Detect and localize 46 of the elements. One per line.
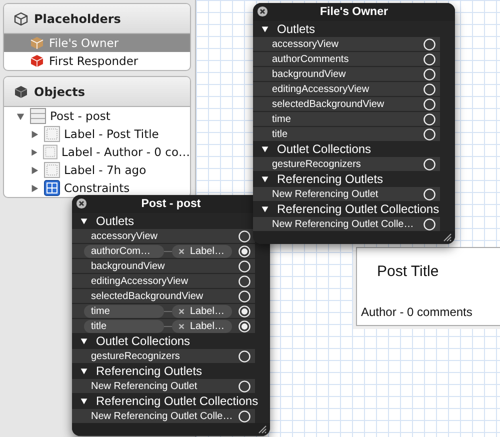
- section-header: Outlets: [96, 214, 134, 228]
- outlet-name: New Referencing Outlet: [91, 380, 198, 392]
- outlet-name: selectedBackgroundView: [272, 98, 386, 110]
- section-title: Placeholders: [34, 12, 121, 26]
- panel-title: Post - post: [141, 198, 201, 210]
- outlet-name: gestureRecognizers: [91, 350, 181, 362]
- outlet-name: editingAccessoryView: [91, 276, 190, 286]
- panel-title: File's Owner: [320, 6, 388, 18]
- section-header: Outlet Collections: [96, 334, 190, 348]
- placeholder-item[interactable]: First Responder: [4, 52, 190, 70]
- cell-subtitle: Author - 0 comments: [361, 305, 474, 319]
- outlet-name: New Referencing Outlet: [272, 188, 380, 200]
- connection-target[interactable]: Label…: [172, 244, 232, 258]
- outlet-name: time: [272, 114, 292, 124]
- outlet-name: accessoryView: [91, 230, 159, 242]
- outlet-name: authorComments: [272, 54, 350, 64]
- outlet-name: New Referencing Outlet Colle…: [91, 410, 234, 422]
- outlet-name[interactable]: title: [84, 320, 164, 332]
- section-header: Referencing Outlet Collections: [277, 202, 440, 216]
- target-label: Label…: [190, 246, 224, 256]
- section-header: Referencing Outlets: [96, 364, 202, 378]
- target-label: Label…: [190, 306, 224, 316]
- outlet-name: selectedBackgroundView: [91, 290, 204, 302]
- tree-item[interactable]: Label - 7h ago: [64, 163, 146, 177]
- outlet-name: backgroundView: [272, 68, 347, 80]
- section-header: Outlet Collections: [277, 142, 372, 156]
- outlet-name: accessoryView: [272, 38, 340, 50]
- outlet-name: backgroundView: [91, 260, 166, 272]
- outlet-name: gestureRecognizers: [272, 158, 362, 170]
- cell-title: Post Title: [376, 263, 440, 280]
- section-header: Outlets: [277, 22, 316, 36]
- outlet-name[interactable]: authorCom…: [84, 244, 164, 258]
- outlet-name: title: [272, 128, 289, 140]
- tree-item[interactable]: Label - Post Title: [64, 127, 159, 141]
- section-header: Referencing Outlets: [277, 172, 384, 186]
- tree-item[interactable]: Label - Author - 0 co…: [62, 145, 190, 159]
- outlet-name: New Referencing Outlet Colle…: [272, 218, 415, 230]
- connection-target[interactable]: Label…: [172, 304, 232, 318]
- section-title: Objects: [34, 84, 86, 98]
- outlet-name: editingAccessoryView: [272, 84, 370, 94]
- tree-item[interactable]: Constraints: [64, 181, 130, 195]
- section-header: Referencing Outlet Collections: [96, 394, 258, 408]
- tree-item[interactable]: Post - post: [50, 109, 110, 123]
- connection-target[interactable]: Label…: [172, 320, 232, 332]
- outlet-name[interactable]: time: [84, 304, 164, 318]
- target-label: Label…: [190, 320, 224, 332]
